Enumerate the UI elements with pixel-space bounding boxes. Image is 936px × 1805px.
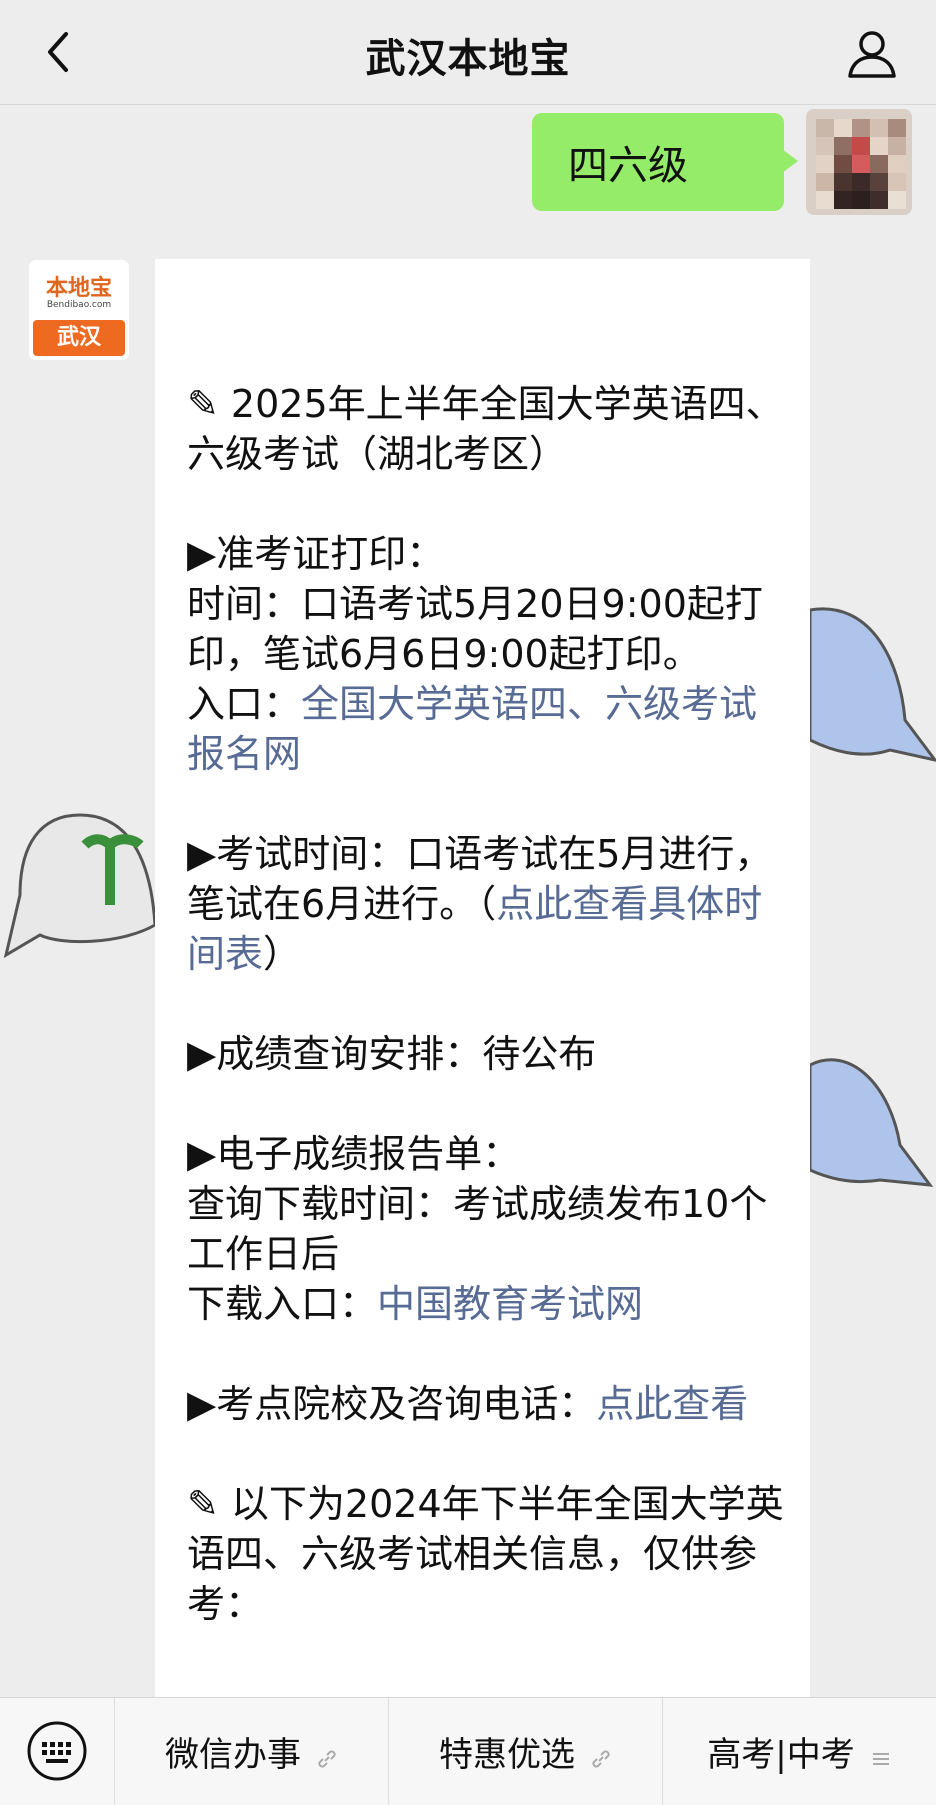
ghost-decoration-right-bottom xyxy=(810,1058,934,1187)
report-title: ▶电子成绩报告单： xyxy=(187,1132,521,1176)
exam-time: ▶考试时间：口语考试在5月进行，笔试在6月进行。（点此查看具体时间表） xyxy=(187,829,787,979)
admit-card-entry-label: 入口： xyxy=(187,682,302,726)
ghost-decoration-right-top xyxy=(810,607,936,762)
reply-heading: ✎ 2025年上半年全国大学英语四、六级考试（湖北考区） xyxy=(187,382,784,476)
venue: ▶考点院校及咨询电话：点此查看 xyxy=(187,1379,787,1429)
exam-time-close: ） xyxy=(263,932,302,976)
chat-area[interactable]: 四六级 本地宝 Bendibao.com 武汉 ✎ 2025年上半年全国大学英语… xyxy=(0,105,936,1697)
logo-brand-text: 本地宝 xyxy=(45,276,112,301)
report-entry-link[interactable]: 中国教育考试网 xyxy=(377,1282,643,1326)
logo-sub-text: Bendibao.com xyxy=(46,300,112,310)
ghost-decoration-left xyxy=(3,813,157,959)
avatar[interactable] xyxy=(806,109,912,215)
admit-card-time: 时间：口语考试5月20日9:00起打印，笔试6月6日9:00起打印。 xyxy=(187,582,763,676)
report-time: 查询下载时间：考试成绩发布10个工作日后 xyxy=(187,1182,768,1276)
admit-card-entry: 入口：全国大学英语四、六级考试报名网 xyxy=(187,679,787,779)
outgoing-message-bubble[interactable]: 四六级 xyxy=(532,113,798,211)
user-icon[interactable] xyxy=(844,26,900,82)
menu-item-label: 特惠优选 xyxy=(439,1735,575,1775)
venue-label: ▶考点院校及咨询电话： xyxy=(187,1382,597,1426)
outgoing-message-text: 四六级 xyxy=(568,143,688,189)
link-icon xyxy=(315,1740,339,1767)
menu-item-deals[interactable]: 特惠优选 xyxy=(388,1698,663,1805)
reply-message-card: ✎ 2025年上半年全国大学英语四、六级考试（湖北考区） ▶准考证打印： 时间：… xyxy=(155,259,810,1697)
link-icon xyxy=(589,1740,613,1767)
menu-item-label: 微信办事 xyxy=(165,1735,301,1775)
admit-card-title: ▶准考证打印： xyxy=(187,532,445,576)
menu-item-exams[interactable]: 高考|中考 xyxy=(662,1698,936,1805)
bottom-menu-bar: 微信办事 特惠优选 高考|中考 xyxy=(0,1697,936,1805)
reply-message-text: ✎ 2025年上半年全国大学英语四、六级考试（湖北考区） ▶准考证打印： 时间：… xyxy=(187,259,787,1629)
logo-city-text: 武汉 xyxy=(33,320,125,356)
top-bar: 武汉本地宝 xyxy=(0,0,936,105)
keyboard-icon[interactable] xyxy=(26,1720,88,1782)
venue-link[interactable]: 点此查看 xyxy=(596,1382,748,1426)
score-query: ▶成绩查询安排：待公布 xyxy=(187,1032,597,1076)
menu-item-wechat-services[interactable]: 微信办事 xyxy=(114,1698,389,1805)
sender-logo[interactable]: 本地宝 Bendibao.com 武汉 xyxy=(28,259,130,361)
page-title: 武汉本地宝 xyxy=(365,36,571,82)
reference-note: ✎ 以下为2024年下半年全国大学英语四、六级考试相关信息，仅供参考： xyxy=(187,1482,784,1626)
menu-icon xyxy=(869,1740,893,1765)
report-entry-label: 下载入口： xyxy=(187,1282,378,1326)
menu-item-label: 高考|中考 xyxy=(707,1735,855,1775)
report-entry: 下载入口：中国教育考试网 xyxy=(187,1279,787,1329)
